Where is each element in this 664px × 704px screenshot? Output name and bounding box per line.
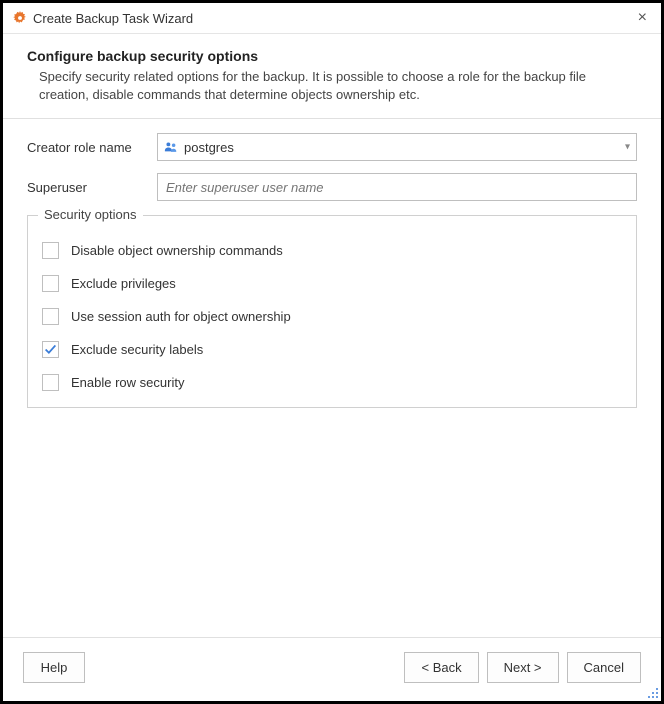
security-option-row: Disable object ownership commands (42, 242, 622, 259)
security-options-fieldset: Security options Disable object ownershi… (27, 215, 637, 408)
checkbox-label: Disable object ownership commands (71, 243, 283, 258)
checkbox-label: Exclude privileges (71, 276, 176, 291)
superuser-input[interactable] (157, 173, 637, 201)
creator-role-label: Creator role name (27, 140, 157, 155)
checkbox[interactable] (42, 308, 59, 325)
security-option-row: Enable row security (42, 374, 622, 391)
footer: Help < Back Next > Cancel (3, 637, 661, 701)
checkbox[interactable] (42, 275, 59, 292)
security-option-row: Use session auth for object ownership (42, 308, 622, 325)
close-icon[interactable]: × (634, 9, 651, 27)
page-description: Specify security related options for the… (27, 68, 637, 104)
page-title: Configure backup security options (27, 48, 637, 64)
security-option-row: Exclude security labels (42, 341, 622, 358)
creator-role-row: Creator role name postgres ▾ (27, 133, 637, 161)
superuser-label: Superuser (27, 180, 157, 195)
header: Configure backup security options Specif… (3, 34, 661, 119)
window-title: Create Backup Task Wizard (33, 11, 634, 26)
gear-icon (13, 11, 27, 25)
security-option-row: Exclude privileges (42, 275, 622, 292)
help-button[interactable]: Help (23, 652, 85, 683)
creator-role-value: postgres (184, 140, 234, 155)
creator-role-select[interactable]: postgres ▾ (157, 133, 637, 161)
resize-grip-icon[interactable] (647, 687, 659, 699)
checkbox[interactable] (42, 341, 59, 358)
checkbox-label: Use session auth for object ownership (71, 309, 291, 324)
cancel-button[interactable]: Cancel (567, 652, 641, 683)
checkbox[interactable] (42, 374, 59, 391)
form-area: Creator role name postgres ▾ Superuser S… (3, 119, 661, 408)
superuser-row: Superuser (27, 173, 637, 201)
titlebar: Create Backup Task Wizard × (3, 3, 661, 34)
back-button[interactable]: < Back (404, 652, 478, 683)
chevron-down-icon: ▾ (625, 142, 630, 153)
role-icon (164, 140, 178, 154)
checkbox-label: Enable row security (71, 375, 184, 390)
next-button[interactable]: Next > (487, 652, 559, 683)
checkbox-label: Exclude security labels (71, 342, 203, 357)
checkbox[interactable] (42, 242, 59, 259)
security-options-legend: Security options (38, 207, 143, 222)
